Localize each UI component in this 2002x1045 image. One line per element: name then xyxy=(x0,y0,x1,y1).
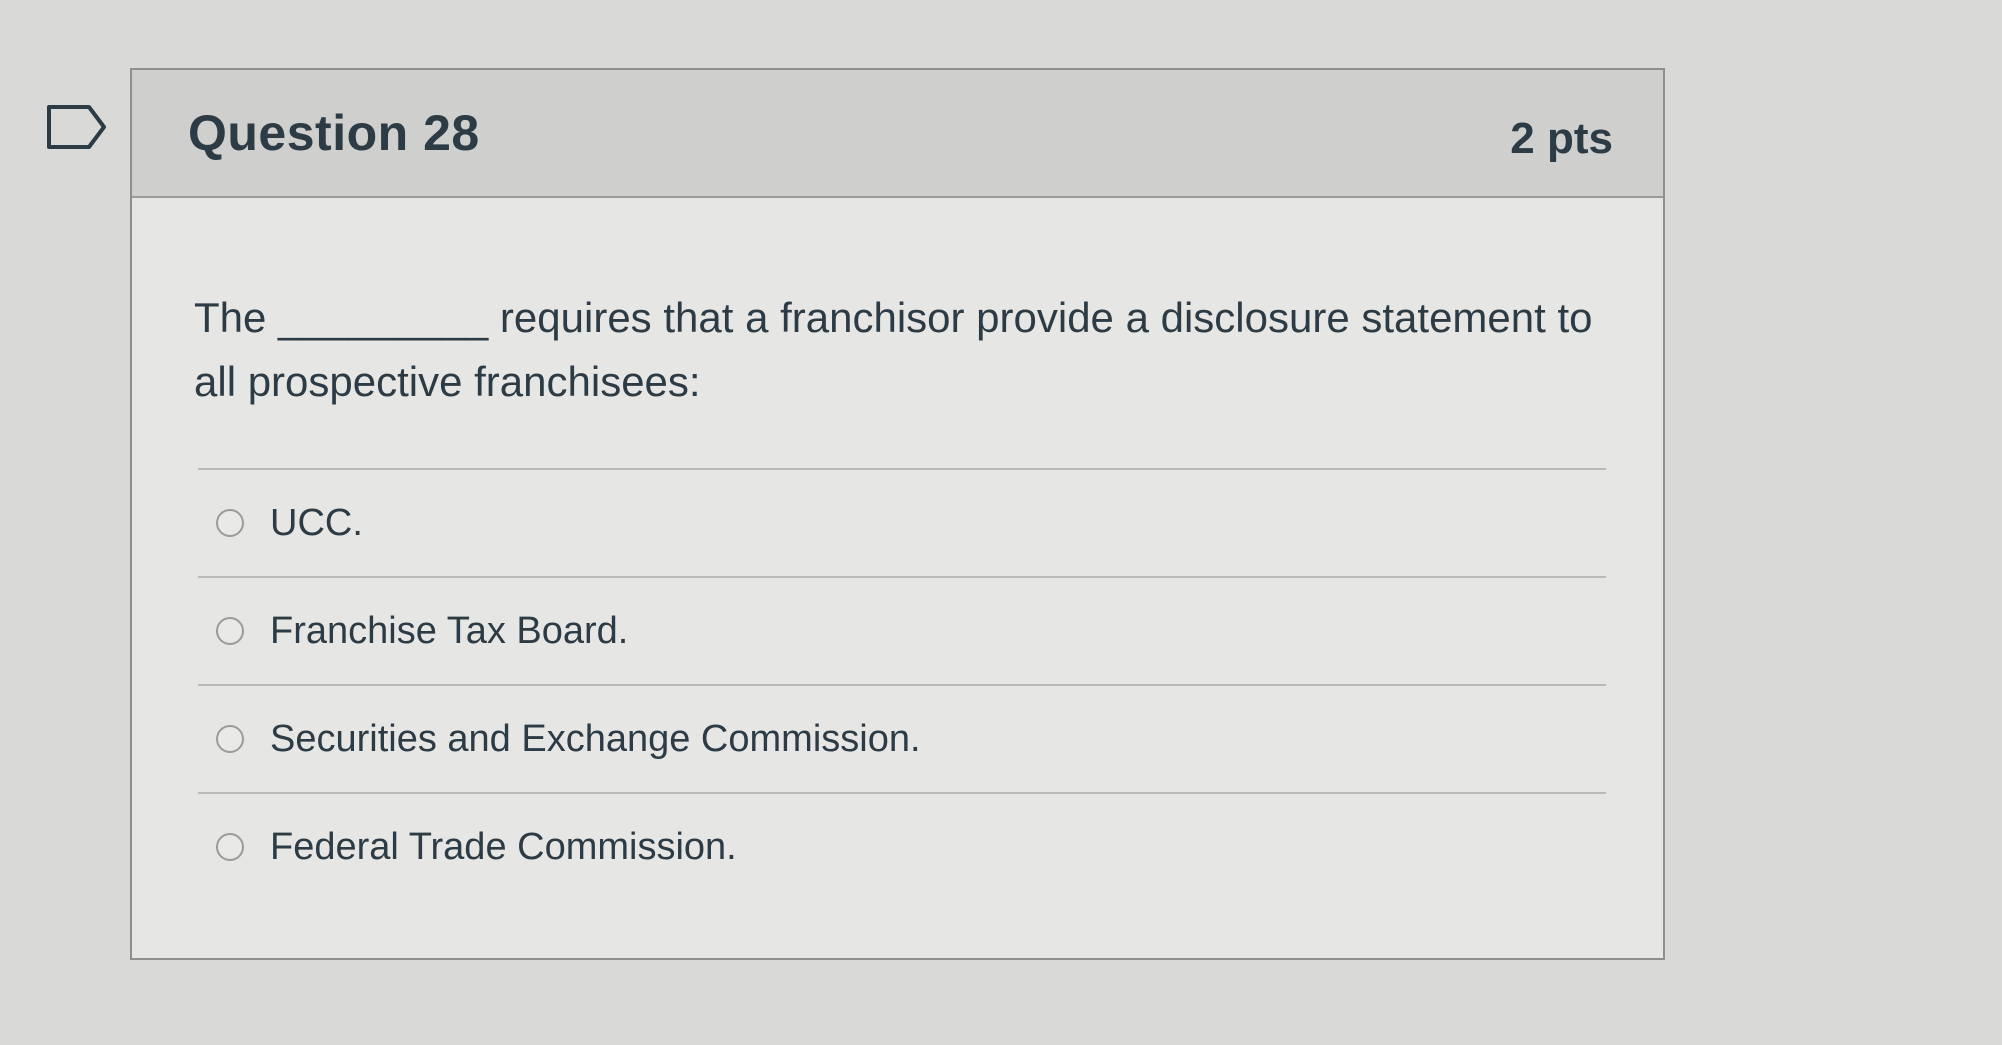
radio-button[interactable] xyxy=(216,617,244,645)
radio-button[interactable] xyxy=(216,509,244,537)
bookmark-flag-icon[interactable] xyxy=(46,104,108,150)
question-title: Question 28 xyxy=(188,105,480,161)
question-text: The _________ requires that a franchisor… xyxy=(194,294,1593,405)
answer-label[interactable]: Securities and Exchange Commission. xyxy=(270,718,921,761)
answer-label[interactable]: Franchise Tax Board. xyxy=(270,610,628,653)
answer-option-ftc[interactable]: Federal Trade Commission. xyxy=(198,794,1606,900)
answer-option-franchise-tax-board[interactable]: Franchise Tax Board. xyxy=(198,578,1606,684)
radio-button[interactable] xyxy=(216,725,244,753)
question-card: Question 28 2 pts The _________ requires… xyxy=(130,68,1665,960)
answer-list: UCC. Franchise Tax Board. Securities and… xyxy=(198,468,1606,900)
answer-option-sec[interactable]: Securities and Exchange Commission. xyxy=(198,686,1606,792)
question-points: 2 pts xyxy=(1510,114,1613,163)
answer-option-ucc[interactable]: UCC. xyxy=(198,470,1606,576)
question-header: Question 28 2 pts xyxy=(132,70,1663,198)
radio-button[interactable] xyxy=(216,833,244,861)
answer-label[interactable]: UCC. xyxy=(270,502,363,545)
answer-label[interactable]: Federal Trade Commission. xyxy=(270,826,737,869)
